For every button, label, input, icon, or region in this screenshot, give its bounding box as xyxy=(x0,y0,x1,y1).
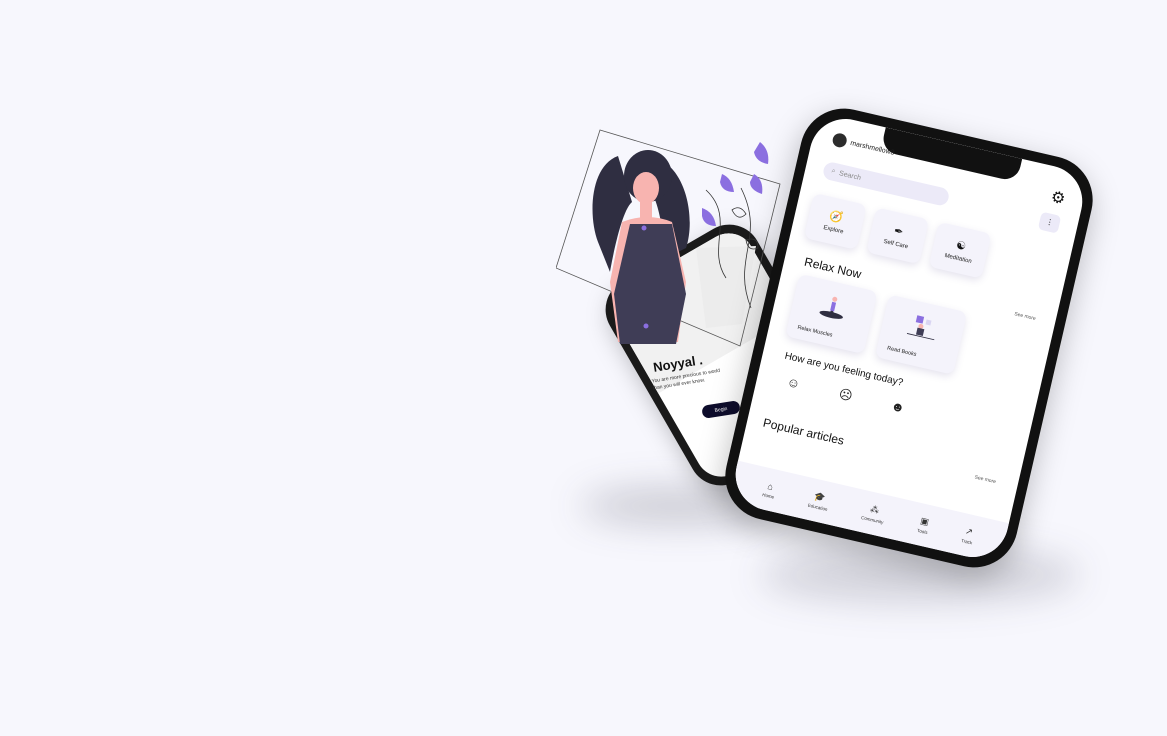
category-explore[interactable]: 🧭 Explore xyxy=(803,192,867,250)
graduation-cap-icon: 🎓 xyxy=(813,490,827,504)
sad-face-icon[interactable]: ☹ xyxy=(837,386,854,405)
card-label: Read Books xyxy=(886,345,917,359)
nav-label: Education xyxy=(807,502,828,512)
community-icon: ⁂ xyxy=(869,503,881,516)
home-icon: ⌂ xyxy=(766,480,775,492)
meditation-icon: ☯ xyxy=(954,238,968,253)
relax-card-muscles[interactable]: Relax Muscles xyxy=(785,273,878,355)
sliders-icon: ⫶ xyxy=(1047,217,1052,228)
compass-icon: 🧭 xyxy=(828,209,845,225)
yoga-illustration xyxy=(819,296,843,319)
nav-label: Track xyxy=(960,538,973,546)
category-label: Explore xyxy=(822,224,845,235)
nav-label: Home xyxy=(761,491,775,500)
gear-icon[interactable]: ⚙ xyxy=(1049,187,1067,210)
filter-button[interactable]: ⫶ xyxy=(1037,211,1062,234)
card-label: Relax Muscles xyxy=(796,324,833,339)
category-self-care[interactable]: ✒ Self Care xyxy=(866,207,930,265)
search-icon: ⌕ xyxy=(830,167,837,176)
popular-articles-heading: Popular articles xyxy=(761,415,846,448)
front-phone-screen: marshmellow8 ⚙ ⌕ Search ⫶ 🧭 Explore ✒ Se… xyxy=(728,111,1090,565)
relax-see-more-link[interactable]: See more xyxy=(1014,311,1036,322)
toolbox-icon: ▣ xyxy=(919,515,931,528)
category-label: Meditation xyxy=(943,252,973,265)
happy-face-icon[interactable]: ☺ xyxy=(785,374,801,393)
front-phone: marshmellow8 ⚙ ⌕ Search ⫶ 🧭 Explore ✒ Se… xyxy=(716,99,1102,577)
nav-education[interactable]: 🎓 Education xyxy=(807,490,831,512)
relax-card-books[interactable]: Read Books xyxy=(874,294,968,375)
reading-illustration xyxy=(906,315,935,341)
category-meditation[interactable]: ☯ Meditation xyxy=(928,221,992,279)
laughing-face-icon[interactable]: ☻ xyxy=(889,398,907,417)
category-label: Self Care xyxy=(882,238,909,250)
nav-label: Community xyxy=(860,514,885,525)
nav-label: Tools xyxy=(916,527,929,536)
nav-track[interactable]: ↗ Track xyxy=(960,525,976,546)
feather-icon: ✒ xyxy=(892,224,905,239)
avatar[interactable] xyxy=(831,131,849,149)
nav-community[interactable]: ⁂ Community xyxy=(861,502,887,525)
nav-home[interactable]: ⌂ Home xyxy=(761,480,778,500)
chart-icon: ↗ xyxy=(964,525,974,538)
search-placeholder: Search xyxy=(838,169,862,182)
articles-see-more-link[interactable]: See more xyxy=(974,474,996,485)
nav-tools[interactable]: ▣ Tools xyxy=(917,515,931,535)
